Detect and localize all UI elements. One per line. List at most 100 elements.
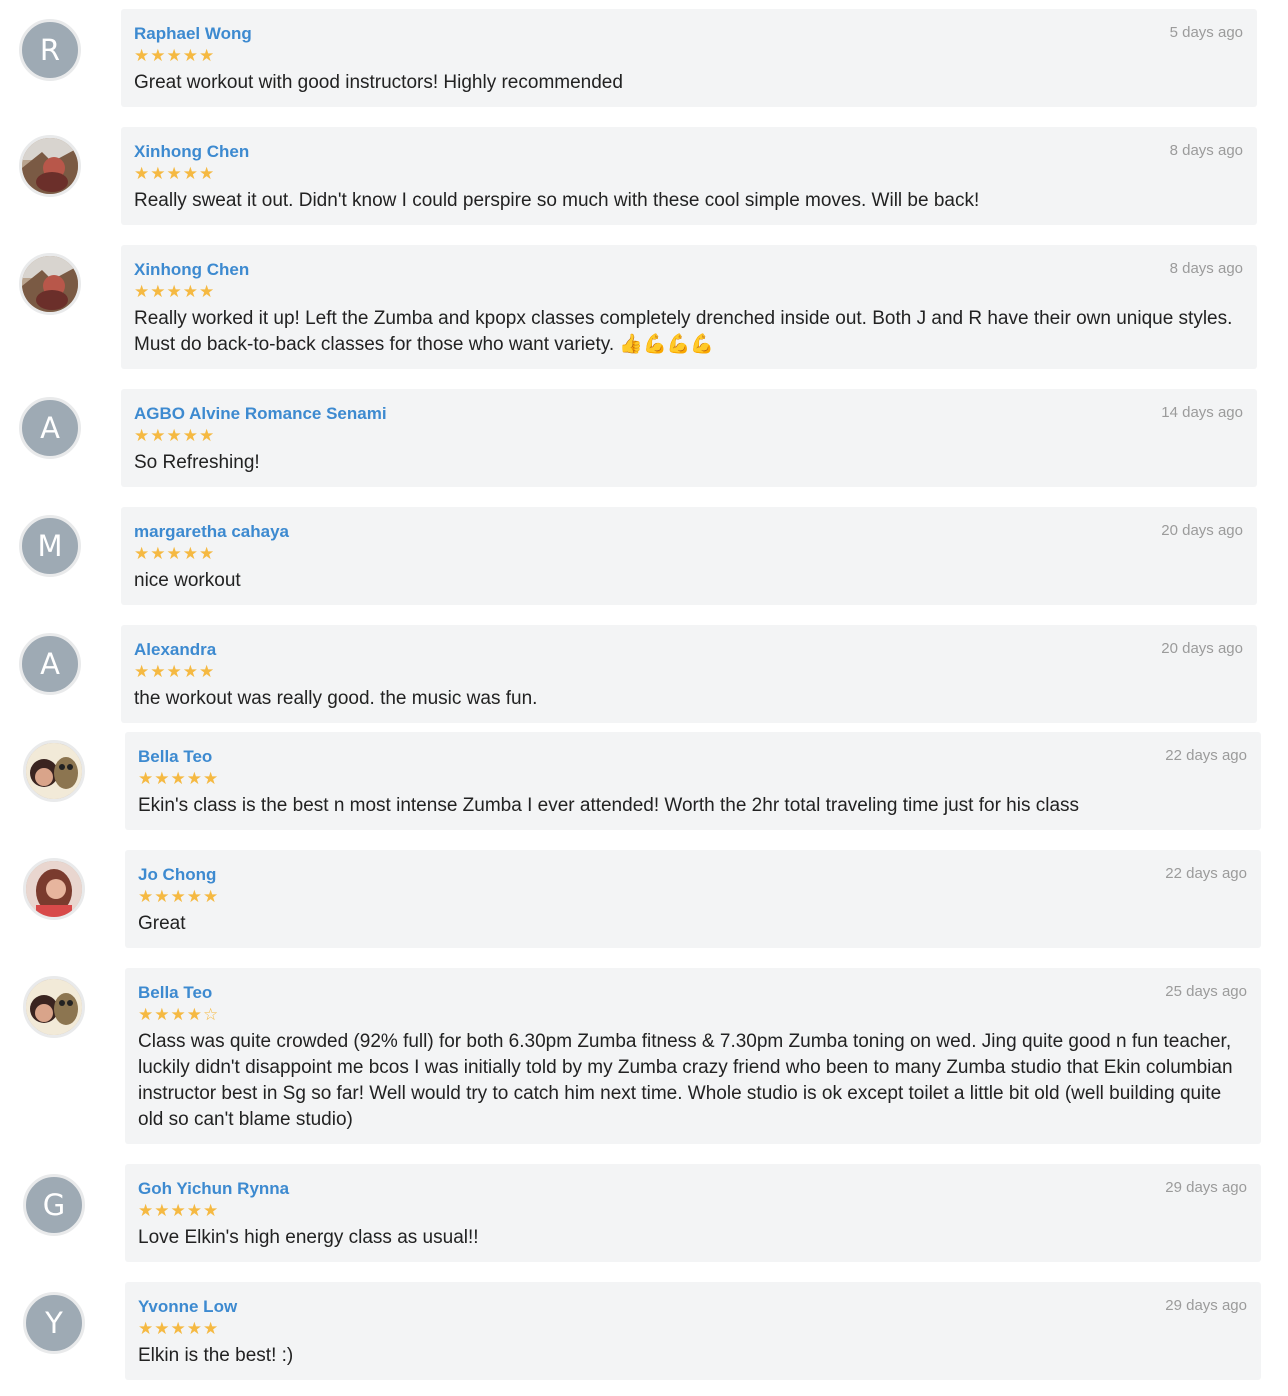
review-text: So Refreshing!	[134, 452, 260, 473]
avatar-initial: A	[40, 646, 60, 681]
review-time: 20 days ago	[1161, 640, 1243, 657]
review-time: 22 days ago	[1165, 747, 1247, 764]
avatar-photo[interactable]	[19, 135, 81, 197]
star-icon: ★	[170, 1201, 187, 1220]
star-icon: ★	[182, 544, 199, 563]
profile-photo-icon	[26, 861, 82, 917]
star-icon: ★	[170, 1319, 187, 1338]
avatar-photo[interactable]	[19, 253, 81, 315]
star-icon: ★	[134, 662, 151, 681]
avatar[interactable]: A	[19, 633, 81, 695]
review-text: Great	[138, 913, 186, 934]
reviewer-name[interactable]: Jo Chong	[138, 865, 1247, 885]
star-icon: ★	[138, 1319, 155, 1338]
star-icon: ★	[182, 164, 199, 183]
reviewer-name[interactable]: Alexandra	[134, 640, 1243, 660]
reviewer-name[interactable]: Yvonne Low	[138, 1297, 1247, 1317]
star-icon: ★	[138, 887, 155, 906]
star-icon: ★	[150, 662, 167, 681]
reviews-page: { "reviews": [ {"initial": "R", "name": …	[0, 0, 1288, 1396]
review-text: Really sweat it out. Didn't know I could…	[134, 190, 980, 211]
star-icon: ★	[186, 769, 203, 788]
reviewer-name[interactable]: Bella Teo	[138, 747, 1247, 767]
star-icon: ★	[150, 164, 167, 183]
star-icon: ★	[150, 426, 167, 445]
star-icon: ★	[134, 164, 151, 183]
review-card: Jo Chong ★★★★★ Great 22 days ago	[125, 850, 1261, 948]
star-icon: ★	[199, 282, 216, 301]
star-icon: ★	[182, 426, 199, 445]
avatar-photo[interactable]	[23, 976, 85, 1038]
review-time: 20 days ago	[1161, 522, 1243, 539]
star-icon: ★	[154, 1005, 171, 1024]
star-icon: ★	[166, 282, 183, 301]
star-icon: ★	[138, 1005, 155, 1024]
star-icon: ★	[134, 282, 151, 301]
reviewer-name[interactable]: Xinhong Chen	[134, 260, 1243, 280]
star-icon: ★	[166, 164, 183, 183]
star-icon: ★	[186, 1201, 203, 1220]
star-icon: ★	[170, 887, 187, 906]
star-icon: ★	[150, 46, 167, 65]
avatar-initial: Y	[45, 1305, 63, 1340]
star-rating: ★★★★★	[134, 283, 1243, 301]
reviewer-name[interactable]: margaretha cahaya	[134, 522, 1243, 542]
review-text: Elkin is the best! :)	[138, 1345, 294, 1366]
star-rating: ★★★★★	[134, 165, 1243, 183]
profile-photo-icon	[22, 256, 78, 312]
reviewer-name[interactable]: Raphael Wong	[134, 24, 1243, 44]
star-rating: ★★★★★	[134, 545, 1243, 563]
review-card: Raphael Wong ★★★★★ Great workout with go…	[121, 9, 1257, 107]
star-icon: ★	[186, 887, 203, 906]
review-time: 14 days ago	[1161, 404, 1243, 421]
avatar-initial: R	[39, 32, 61, 67]
star-rating: ★★★★★	[134, 47, 1243, 65]
avatar-photo[interactable]	[23, 858, 85, 920]
star-icon: ★	[138, 1201, 155, 1220]
reviewer-name[interactable]: Goh Yichun Rynna	[138, 1179, 1247, 1199]
star-icon: ★	[154, 769, 171, 788]
reviewer-name[interactable]: Bella Teo	[138, 983, 1247, 1003]
avatar[interactable]: Y	[23, 1292, 85, 1354]
avatar[interactable]: M	[19, 515, 81, 577]
avatar[interactable]: A	[19, 397, 81, 459]
star-icon: ★	[182, 662, 199, 681]
star-icon: ★	[203, 887, 220, 906]
review-card: margaretha cahaya ★★★★★ nice workout 20 …	[121, 507, 1257, 605]
profile-photo-icon	[22, 138, 78, 194]
profile-photo-icon	[26, 979, 82, 1035]
star-icon: ★	[199, 662, 216, 681]
star-empty-icon: ☆	[203, 1005, 220, 1024]
star-icon: ★	[138, 769, 155, 788]
review-card: Bella Teo ★★★★☆ Class was quite crowded …	[125, 968, 1261, 1144]
star-icon: ★	[134, 544, 151, 563]
review-text: the workout was really good. the music w…	[134, 688, 538, 709]
star-icon: ★	[170, 1005, 187, 1024]
star-icon: ★	[186, 1319, 203, 1338]
avatar[interactable]: G	[23, 1174, 85, 1236]
star-rating: ★★★★★	[138, 770, 1247, 788]
review-time: 5 days ago	[1169, 24, 1243, 41]
reviewer-name[interactable]: Xinhong Chen	[134, 142, 1243, 162]
star-icon: ★	[186, 1005, 203, 1024]
review-time: 22 days ago	[1165, 865, 1247, 882]
review-time: 8 days ago	[1169, 142, 1243, 159]
star-icon: ★	[182, 282, 199, 301]
avatar-initial: G	[42, 1187, 66, 1222]
star-icon: ★	[150, 282, 167, 301]
star-rating: ★★★★★	[138, 1202, 1247, 1220]
star-icon: ★	[150, 544, 167, 563]
avatar-photo[interactable]	[23, 740, 85, 802]
star-icon: ★	[154, 887, 171, 906]
star-icon: ★	[199, 46, 216, 65]
star-rating: ★★★★★	[134, 427, 1243, 445]
review-card: Goh Yichun Rynna ★★★★★ Love Elkin's high…	[125, 1164, 1261, 1262]
avatar[interactable]: R	[19, 19, 81, 81]
review-text: Love Elkin's high energy class as usual!…	[138, 1227, 479, 1248]
reviewer-name[interactable]: AGBO Alvine Romance Senami	[134, 404, 1243, 424]
review-text: Class was quite crowded (92% full) for b…	[138, 1031, 1233, 1130]
star-rating: ★★★★★	[138, 1320, 1247, 1338]
star-icon: ★	[203, 1201, 220, 1220]
review-text: nice workout	[134, 570, 241, 591]
star-icon: ★	[203, 769, 220, 788]
